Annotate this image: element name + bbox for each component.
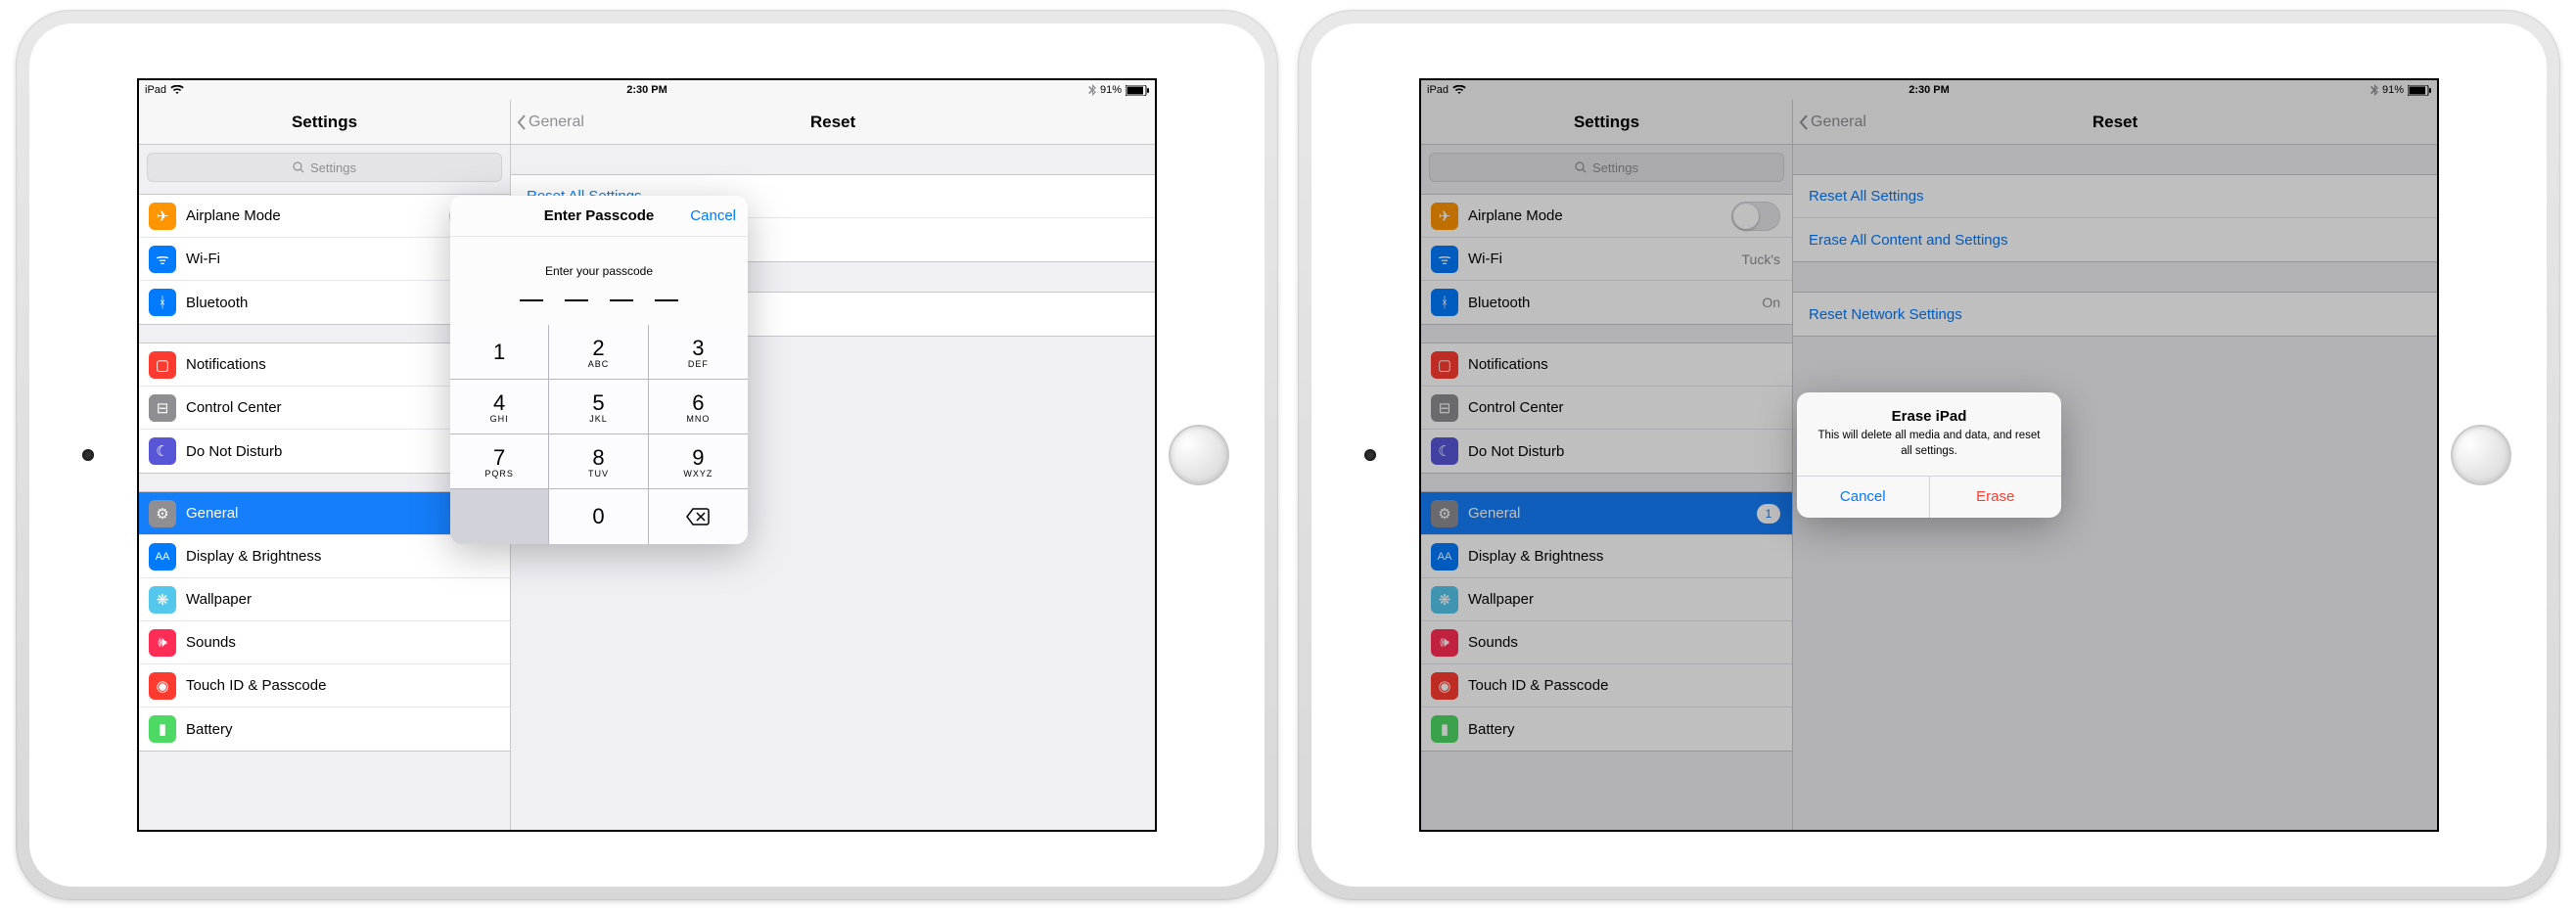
sidebar-item-label: Wallpaper (186, 591, 252, 608)
search-placeholder: Settings (310, 160, 356, 175)
battery-percent-label: 91% (1100, 84, 1122, 96)
detail-header: General Reset (511, 100, 1155, 145)
sidebar-item-label: Do Not Disturb (186, 443, 282, 460)
wifi-indicator-icon (170, 85, 184, 95)
keypad-0[interactable]: 0 (549, 489, 648, 544)
modal-overlay: Erase iPad This will delete all media an… (1421, 80, 2437, 830)
screen: iPad 2:30 PM 91% Settings (1419, 78, 2439, 832)
home-button[interactable] (2451, 425, 2511, 485)
sidebar-item-wallpaper[interactable]: ❋ Wallpaper (139, 578, 510, 621)
passcode-field (450, 299, 748, 301)
sidebar-item-battery[interactable]: ▮ Battery (139, 708, 510, 751)
keypad-6[interactable]: 6MNO (649, 380, 748, 434)
ipad-device-right: iPad 2:30 PM 91% Settings (1298, 10, 2560, 900)
screen: iPad 2:30 PM 91% Settings (137, 78, 1157, 832)
cancel-button[interactable]: Cancel (690, 207, 736, 224)
airplane-icon: ✈ (149, 203, 176, 230)
popover-title: Enter Passcode (544, 207, 655, 224)
keypad-1[interactable]: 1 (450, 325, 549, 380)
keypad-4[interactable]: 4GHI (450, 380, 549, 434)
wallpaper-icon: ❋ (149, 586, 176, 614)
keypad: 12ABC3DEF 4GHI5JKL6MNO 7PQRS8TUV9WXYZ0 (450, 325, 748, 544)
touchid-icon: ◉ (149, 672, 176, 700)
dnd-icon: ☾ (149, 437, 176, 465)
notif-icon: ▢ (149, 351, 176, 379)
passcode-digit (655, 299, 678, 301)
sidebar-item-label: General (186, 505, 238, 522)
sidebar-item-touchid[interactable]: ◉ Touch ID & Passcode (139, 664, 510, 708)
sidebar-item-label: Bluetooth (186, 295, 248, 311)
sidebar-item-label: Display & Brightness (186, 548, 321, 565)
erase-alert: Erase iPad This will delete all media an… (1797, 392, 2061, 517)
sidebar-item-label: Battery (186, 721, 233, 738)
home-button[interactable] (1169, 425, 1229, 485)
keypad-blank (450, 489, 549, 544)
keypad-9[interactable]: 9WXYZ (649, 434, 748, 489)
battery-icon: ▮ (149, 715, 176, 743)
keypad-8[interactable]: 8TUV (549, 434, 648, 489)
sidebar-item-label: Notifications (186, 356, 266, 373)
alert-title: Erase iPad (1797, 392, 2061, 429)
camera-icon (1364, 449, 1376, 461)
passcode-digit (520, 299, 543, 301)
alert-message: This will delete all media and data, and… (1797, 429, 2061, 475)
sidebar-item-label: Control Center (186, 399, 282, 416)
keypad-2[interactable]: 2ABC (549, 325, 648, 380)
general-icon: ⚙ (149, 500, 176, 527)
passcode-digit (610, 299, 633, 301)
clock-label: 2:30 PM (626, 84, 667, 96)
passcode-digit (565, 299, 588, 301)
bluetooth-indicator-icon (1088, 84, 1096, 96)
search-icon (293, 161, 304, 173)
keypad-5[interactable]: 5JKL (549, 380, 648, 434)
wifi-icon: ᯤ (149, 246, 176, 273)
popover-message: Enter your passcode (450, 264, 748, 278)
back-button[interactable]: General (511, 114, 584, 131)
bluetooth-icon: ᚼ (149, 289, 176, 316)
display-icon: AA (149, 543, 176, 571)
keypad-backspace[interactable] (649, 489, 748, 544)
passcode-popover: Enter Passcode Cancel Enter your passcod… (450, 196, 748, 544)
sidebar-item-label: Wi-Fi (186, 251, 220, 267)
page-title: Reset (810, 113, 855, 132)
keypad-3[interactable]: 3DEF (649, 325, 748, 380)
sidebar-item-sounds[interactable]: 🕪 Sounds (139, 621, 510, 664)
sounds-icon: 🕪 (149, 629, 176, 657)
camera-icon (82, 449, 94, 461)
battery-icon (1126, 85, 1149, 96)
sidebar-item-label: Airplane Mode (186, 207, 281, 224)
alert-cancel-button[interactable]: Cancel (1797, 477, 1930, 518)
status-bar: iPad 2:30 PM 91% (139, 80, 1155, 100)
backspace-icon (685, 507, 711, 526)
detail-pane: General Reset Reset All SettingsErase Al… (511, 100, 1155, 830)
ipad-device-left: iPad 2:30 PM 91% Settings (16, 10, 1278, 900)
control-icon: ⊟ (149, 394, 176, 422)
keypad-7[interactable]: 7PQRS (450, 434, 549, 489)
chevron-left-icon (517, 114, 527, 130)
sidebar-item-label: Touch ID & Passcode (186, 677, 326, 694)
carrier-label: iPad (145, 84, 166, 96)
sidebar-item-label: Sounds (186, 634, 236, 651)
search-input[interactable]: Settings (147, 153, 502, 182)
sidebar-title: Settings (139, 100, 510, 145)
alert-erase-button[interactable]: Erase (1930, 477, 2062, 518)
